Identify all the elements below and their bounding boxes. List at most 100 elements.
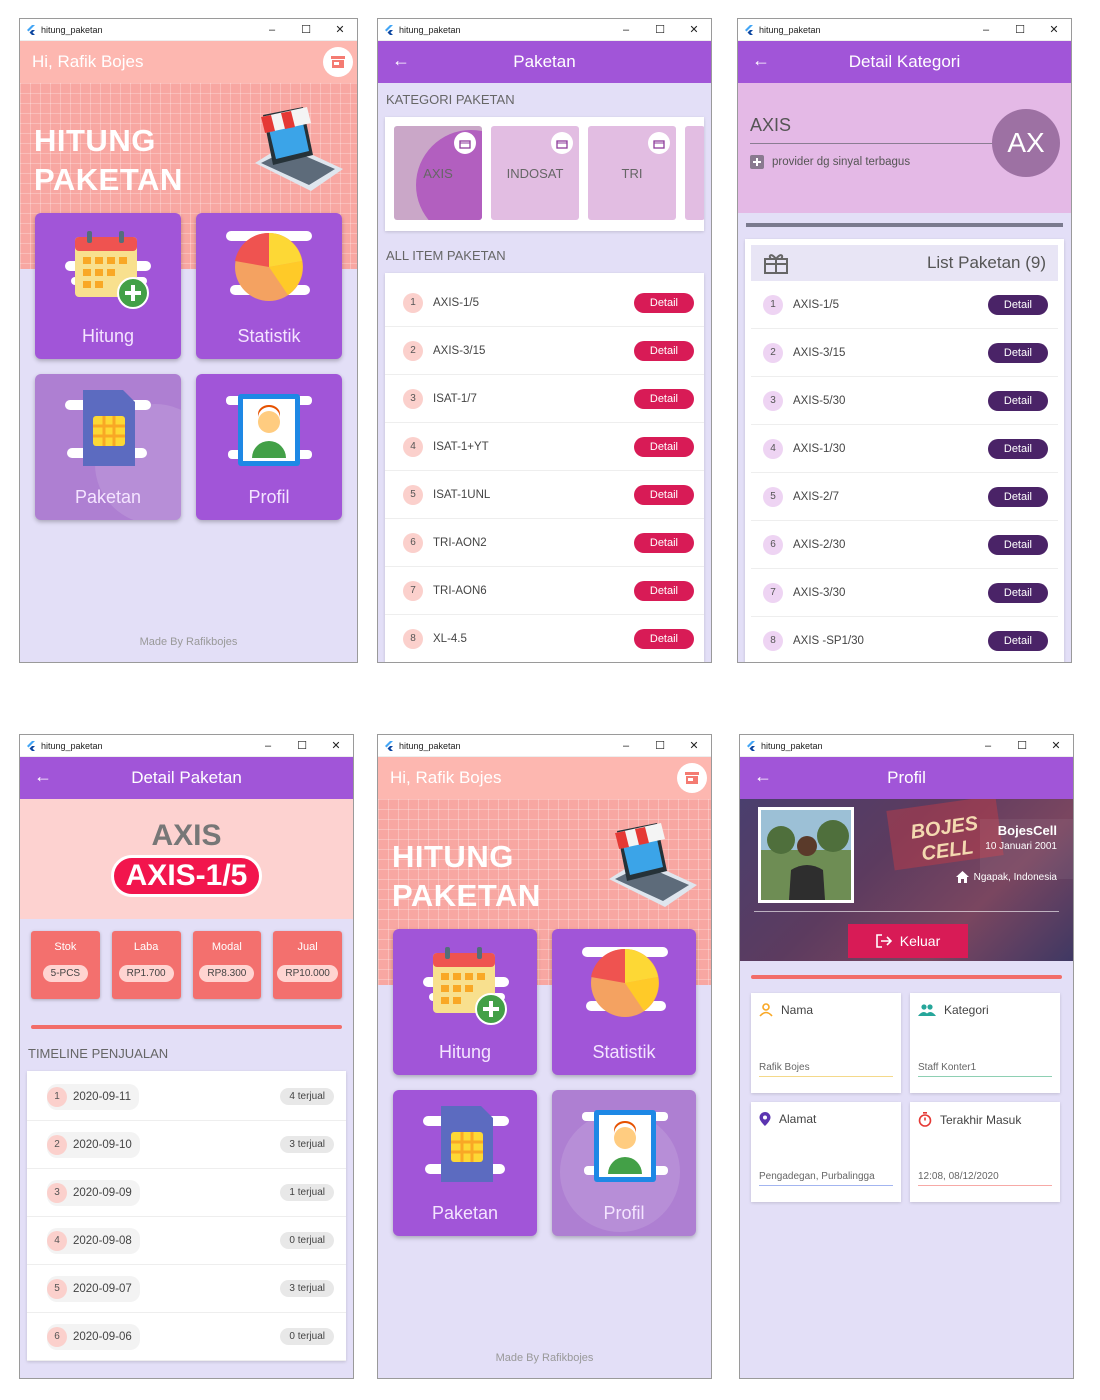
location-text: Ngapak, Indonesia [973,871,1057,883]
maximize-icon[interactable]: ☐ [643,19,677,41]
back-arrow-icon[interactable]: ← [392,50,410,71]
flutter-icon [385,24,393,35]
minimize-icon[interactable]: – [251,735,285,757]
tile-statistik[interactable]: Statistik [196,213,342,359]
item-name: ISAT-1UNL [433,488,491,501]
stats-row: Stok 5-PCS Laba RP1.700 Modal RP8.300 Jual R… [20,919,353,1011]
maximize-icon[interactable]: ☐ [1005,735,1039,757]
store-button[interactable] [323,47,353,77]
profile-banner: BOJES CELL BojesCell 10 Januari 2001 Nga… [740,799,1073,961]
tile-paketan-label: Paketan [74,487,142,507]
close-icon[interactable]: ✕ [1037,19,1071,41]
maximize-icon[interactable]: ☐ [285,735,319,757]
list-item[interactable]: 8 AXIS -SP1/30 Detail [751,617,1058,662]
detail-button[interactable]: Detail [633,436,694,457]
timeline-list: 1 2020-09-11 4 terjual 2 2020-09-10 3 terjua… [27,1071,346,1361]
list-item[interactable]: 6 TRI-AON2 Detail [385,519,704,567]
list-item[interactable]: 3 AXIS-5/30 Detail [751,377,1058,425]
list-item[interactable]: 1 AXIS-1/5 Detail [751,281,1058,329]
category-next[interactable] [685,126,704,220]
home-body: HITUNG PAKETAN Hitung Statistik Paketan P… [20,83,357,662]
detail-button[interactable]: Detail [633,388,694,409]
list-item[interactable]: 4 ISAT-1+YT Detail [385,423,704,471]
list-item[interactable]: 7 TRI-AON6 Detail [385,567,704,615]
detail-button[interactable]: Detail [633,532,694,553]
close-icon[interactable]: ✕ [677,735,711,757]
list-item[interactable]: 5 ISAT-1UNL Detail [385,471,704,519]
tile-profil-label: Profil [248,487,290,507]
minimize-icon[interactable]: – [609,735,643,757]
date-chip: 3 2020-09-09 [47,1179,140,1206]
category-tri[interactable]: TRI [588,126,676,220]
category-axis[interactable]: AXIS [394,126,482,220]
back-arrow-icon[interactable]: ← [754,766,772,787]
list-item[interactable]: 1 AXIS-1/5 Detail [385,279,704,327]
store-button[interactable] [677,763,707,793]
timeline-item[interactable]: 4 2020-09-08 0 terjual [27,1217,346,1265]
list-item[interactable]: 8 XL-4.5 Detail [385,615,704,662]
tile-hitung[interactable]: Hitung [393,929,537,1075]
detail-button[interactable]: Detail [633,340,694,361]
close-icon[interactable]: ✕ [1039,735,1073,757]
tile-paketan[interactable]: Paketan [393,1090,537,1236]
list-item[interactable]: 6 AXIS-2/30 Detail [751,521,1058,569]
category-indosat[interactable]: INDOSAT [491,126,579,220]
detail-button[interactable]: Detail [987,630,1048,651]
tile-profil[interactable]: Profil [196,374,342,520]
category-carousel[interactable]: AXIS INDOSAT TRI [385,117,704,231]
item-number: 1 [47,1086,67,1107]
back-arrow-icon[interactable]: ← [34,766,52,787]
list-item[interactable]: 7 AXIS-3/30 Detail [751,569,1058,617]
list-item[interactable]: 3 ISAT-1/7 Detail [385,375,704,423]
tile-statistik-label: Statistik [592,1042,656,1062]
detail-button[interactable]: Detail [633,628,694,649]
logout-button[interactable]: Keluar [848,924,968,958]
sale-date: 2020-09-06 [73,1330,132,1343]
list-item[interactable]: 4 AXIS-1/30 Detail [751,425,1058,473]
minimize-icon[interactable]: – [255,19,289,41]
list-item[interactable]: 2 AXIS-3/15 Detail [751,329,1058,377]
detail-button[interactable]: Detail [987,486,1048,507]
detail-button[interactable]: Detail [987,582,1048,603]
sale-date: 2020-09-08 [73,1234,132,1247]
field-label: Kategori [944,1003,989,1017]
detail-button[interactable]: Detail [633,292,694,313]
close-icon[interactable]: ✕ [319,735,353,757]
maximize-icon[interactable]: ☐ [643,735,677,757]
field-label: Nama [781,1003,814,1017]
timeline-item[interactable]: 2 2020-09-10 3 terjual [27,1121,346,1169]
tile-paketan[interactable]: Paketan [35,374,181,520]
tile-profil-label: Profil [603,1203,645,1223]
maximize-icon[interactable]: ☐ [1003,19,1037,41]
detail-button[interactable]: Detail [987,390,1048,411]
timeline-item[interactable]: 6 2020-09-06 0 terjual [27,1313,346,1361]
detail-button[interactable]: Detail [987,342,1048,363]
divider [754,911,1059,912]
back-arrow-icon[interactable]: ← [752,50,770,71]
tile-statistik[interactable]: Statistik [552,929,696,1075]
list-item[interactable]: 5 AXIS-2/7 Detail [751,473,1058,521]
detail-button[interactable]: Detail [987,294,1048,315]
title-bar: hitung_paketan – ☐ ✕ [20,735,353,757]
maximize-icon[interactable]: ☐ [289,19,323,41]
tile-profil[interactable]: Profil [552,1090,696,1236]
close-icon[interactable]: ✕ [677,19,711,41]
stat-value: RP8.300 [199,965,255,982]
detail-button[interactable]: Detail [987,534,1048,555]
minimize-icon[interactable]: – [969,19,1003,41]
item-name: ISAT-1+YT [433,440,489,453]
close-icon[interactable]: ✕ [323,19,357,41]
list-item[interactable]: 2 AXIS-3/15 Detail [385,327,704,375]
timeline-item[interactable]: 5 2020-09-07 3 terjual [27,1265,346,1313]
detail-button[interactable]: Detail [633,484,694,505]
minimize-icon[interactable]: – [609,19,643,41]
detail-button[interactable]: Detail [987,438,1048,459]
timeline-item[interactable]: 3 2020-09-09 1 terjual [27,1169,346,1217]
item-number: 8 [403,628,423,649]
minimize-icon[interactable]: – [971,735,1005,757]
window-title: hitung_paketan [761,740,823,751]
pie-chart-icon [582,947,668,1017]
timeline-item[interactable]: 1 2020-09-11 4 terjual [27,1073,346,1121]
detail-button[interactable]: Detail [633,580,694,601]
tile-hitung[interactable]: Hitung [35,213,181,359]
